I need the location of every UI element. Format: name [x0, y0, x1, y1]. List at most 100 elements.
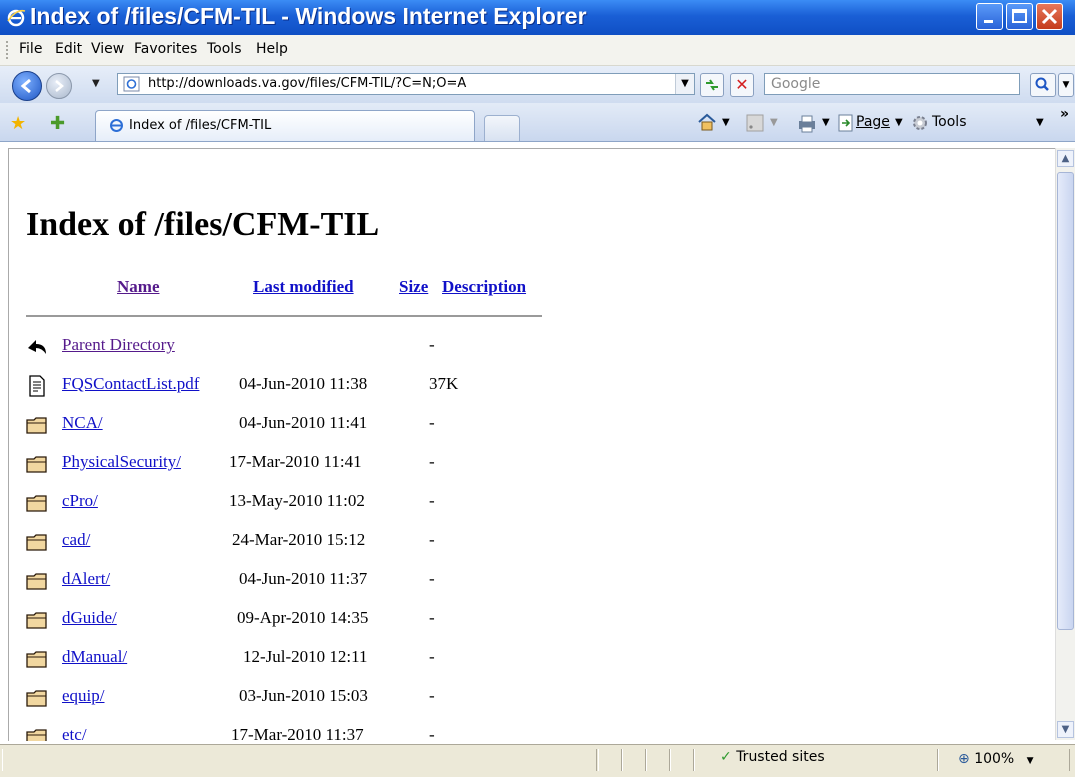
- tab-bar: ★ ✚ Index of /files/CFM-TIL ▼ ▼ ▼ Page ▼…: [0, 103, 1075, 142]
- home-dropdown[interactable]: ▼: [722, 117, 730, 128]
- close-button[interactable]: [1036, 3, 1063, 30]
- file-size: -: [429, 413, 435, 432]
- scrollbar-thumb[interactable]: [1057, 172, 1074, 630]
- column-header-size[interactable]: Size: [399, 277, 428, 297]
- table-row: dManual/12-Jul-2010 12:11 -: [9, 646, 609, 676]
- zoom-level: 100%: [974, 751, 1015, 767]
- file-date: 09-Apr-2010 14:35: [237, 608, 369, 627]
- file-date: 12-Jul-2010 12:11: [243, 647, 368, 666]
- print-icon[interactable]: [796, 113, 818, 133]
- scroll-down-button[interactable]: ▼: [1057, 721, 1074, 738]
- folder-icon: [26, 612, 47, 629]
- page-menu-dropdown[interactable]: ▼: [895, 117, 903, 128]
- maximize-icon: [1012, 9, 1027, 23]
- print-dropdown[interactable]: ▼: [822, 117, 830, 128]
- forward-button[interactable]: [46, 73, 72, 99]
- folder-icon: [26, 417, 47, 434]
- address-dropdown[interactable]: ▼: [675, 74, 694, 94]
- page-viewport: Index of /files/CFM-TIL Name Last modifi…: [8, 148, 1056, 741]
- minimize-button[interactable]: [976, 3, 1003, 30]
- table-row: equip/03-Jun-2010 15:03 -: [9, 685, 609, 715]
- maximize-button[interactable]: [1006, 3, 1033, 30]
- search-input[interactable]: Google: [764, 73, 1020, 95]
- toolbar-overflow-chevron[interactable]: »: [1060, 106, 1069, 122]
- recent-pages-dropdown[interactable]: ▼: [92, 78, 100, 89]
- menu-edit[interactable]: Edit: [55, 41, 82, 57]
- menu-tools[interactable]: Tools: [207, 41, 242, 57]
- menu-file[interactable]: File: [19, 41, 42, 57]
- page-menu-icon: [838, 114, 853, 132]
- gear-icon: [913, 116, 927, 130]
- file-size: -: [429, 452, 435, 471]
- address-field[interactable]: http://downloads.va.gov/files/CFM-TIL/?C…: [117, 73, 695, 95]
- file-link[interactable]: dManual/: [62, 647, 127, 667]
- zoom-control[interactable]: ⊕ 100% ▼: [958, 751, 1034, 767]
- tools-menu-button[interactable]: Tools: [932, 114, 967, 130]
- file-size: -: [429, 608, 435, 627]
- file-link[interactable]: Parent Directory: [62, 335, 175, 355]
- column-header-name[interactable]: Name: [117, 277, 159, 297]
- column-header-description[interactable]: Description: [442, 277, 526, 297]
- home-icon[interactable]: [696, 112, 718, 132]
- table-row: dAlert/04-Jun-2010 11:37 -: [9, 568, 609, 598]
- new-tab-button[interactable]: [484, 115, 520, 141]
- table-row: dGuide/09-Apr-2010 14:35 -: [9, 607, 609, 637]
- search-button[interactable]: [1030, 73, 1056, 97]
- tab-active[interactable]: Index of /files/CFM-TIL: [95, 110, 475, 141]
- window-title: Index of /files/CFM-TIL - Windows Intern…: [30, 3, 587, 29]
- file-link[interactable]: equip/: [62, 686, 105, 706]
- column-header-last-modified[interactable]: Last modified: [253, 277, 354, 297]
- file-link[interactable]: dAlert/: [62, 569, 110, 589]
- check-icon: ✓: [720, 749, 732, 765]
- file-size: 37K: [429, 374, 459, 393]
- feeds-dropdown[interactable]: ▼: [770, 117, 778, 128]
- file-link[interactable]: NCA/: [62, 413, 103, 433]
- feeds-icon[interactable]: [746, 114, 764, 132]
- scroll-up-button[interactable]: ▲: [1057, 150, 1074, 167]
- zoom-dropdown[interactable]: ▼: [1027, 756, 1034, 766]
- file-link[interactable]: etc/: [62, 725, 87, 741]
- file-link[interactable]: cPro/: [62, 491, 98, 511]
- file-link[interactable]: cad/: [62, 530, 90, 550]
- file-size: -: [429, 725, 435, 741]
- folder-icon: [26, 651, 47, 668]
- search-placeholder: Google: [771, 76, 821, 92]
- file-date: 17-Mar-2010 11:41: [229, 452, 362, 471]
- favorites-center-icon[interactable]: ★: [10, 113, 26, 134]
- menu-help[interactable]: Help: [256, 41, 288, 57]
- refresh-button[interactable]: [700, 73, 724, 97]
- add-favorites-icon[interactable]: ✚: [50, 113, 65, 134]
- status-segment: [670, 749, 694, 771]
- back-arrow-icon: [20, 78, 31, 94]
- vertical-scrollbar[interactable]: ▲ ▼: [1055, 148, 1075, 740]
- forward-arrow-icon: [55, 80, 64, 92]
- file-date: 04-Jun-2010 11:41: [239, 413, 368, 432]
- search-options-dropdown[interactable]: ▼: [1058, 73, 1074, 97]
- file-date: 13-May-2010 11:02: [229, 491, 365, 510]
- search-icon: [1035, 77, 1049, 91]
- file-link[interactable]: FQSContactList.pdf: [62, 374, 199, 394]
- folder-icon: [26, 456, 47, 473]
- document-icon: [29, 375, 45, 397]
- back-button[interactable]: [12, 71, 42, 101]
- zoom-icon: ⊕: [958, 751, 970, 767]
- file-size: -: [429, 686, 435, 705]
- stop-button[interactable]: ✕: [730, 73, 754, 97]
- security-zone-label: ✓ Trusted sites: [720, 749, 825, 765]
- table-row: PhysicalSecurity/17-Mar-2010 11:41 -: [9, 451, 609, 481]
- tools-menu-dropdown[interactable]: ▼: [1036, 117, 1044, 128]
- folder-icon: [26, 573, 47, 590]
- file-date: 17-Mar-2010 11:37: [231, 725, 364, 741]
- file-link[interactable]: PhysicalSecurity/: [62, 452, 181, 472]
- file-link[interactable]: dGuide/: [62, 608, 117, 628]
- status-segment: [598, 749, 622, 771]
- table-row: NCA/04-Jun-2010 11:41 -: [9, 412, 609, 442]
- back-arrow-icon: [28, 340, 46, 354]
- page-heading: Index of /files/CFM-TIL: [26, 206, 380, 243]
- page-menu-button[interactable]: Page: [856, 114, 890, 130]
- menu-favorites[interactable]: Favorites: [134, 41, 197, 57]
- address-toolbar: ▼ http://downloads.va.gov/files/CFM-TIL/…: [0, 66, 1075, 103]
- file-date: 24-Mar-2010 15:12: [232, 530, 366, 549]
- address-url[interactable]: http://downloads.va.gov/files/CFM-TIL/?C…: [148, 76, 466, 91]
- menu-view[interactable]: View: [91, 41, 124, 57]
